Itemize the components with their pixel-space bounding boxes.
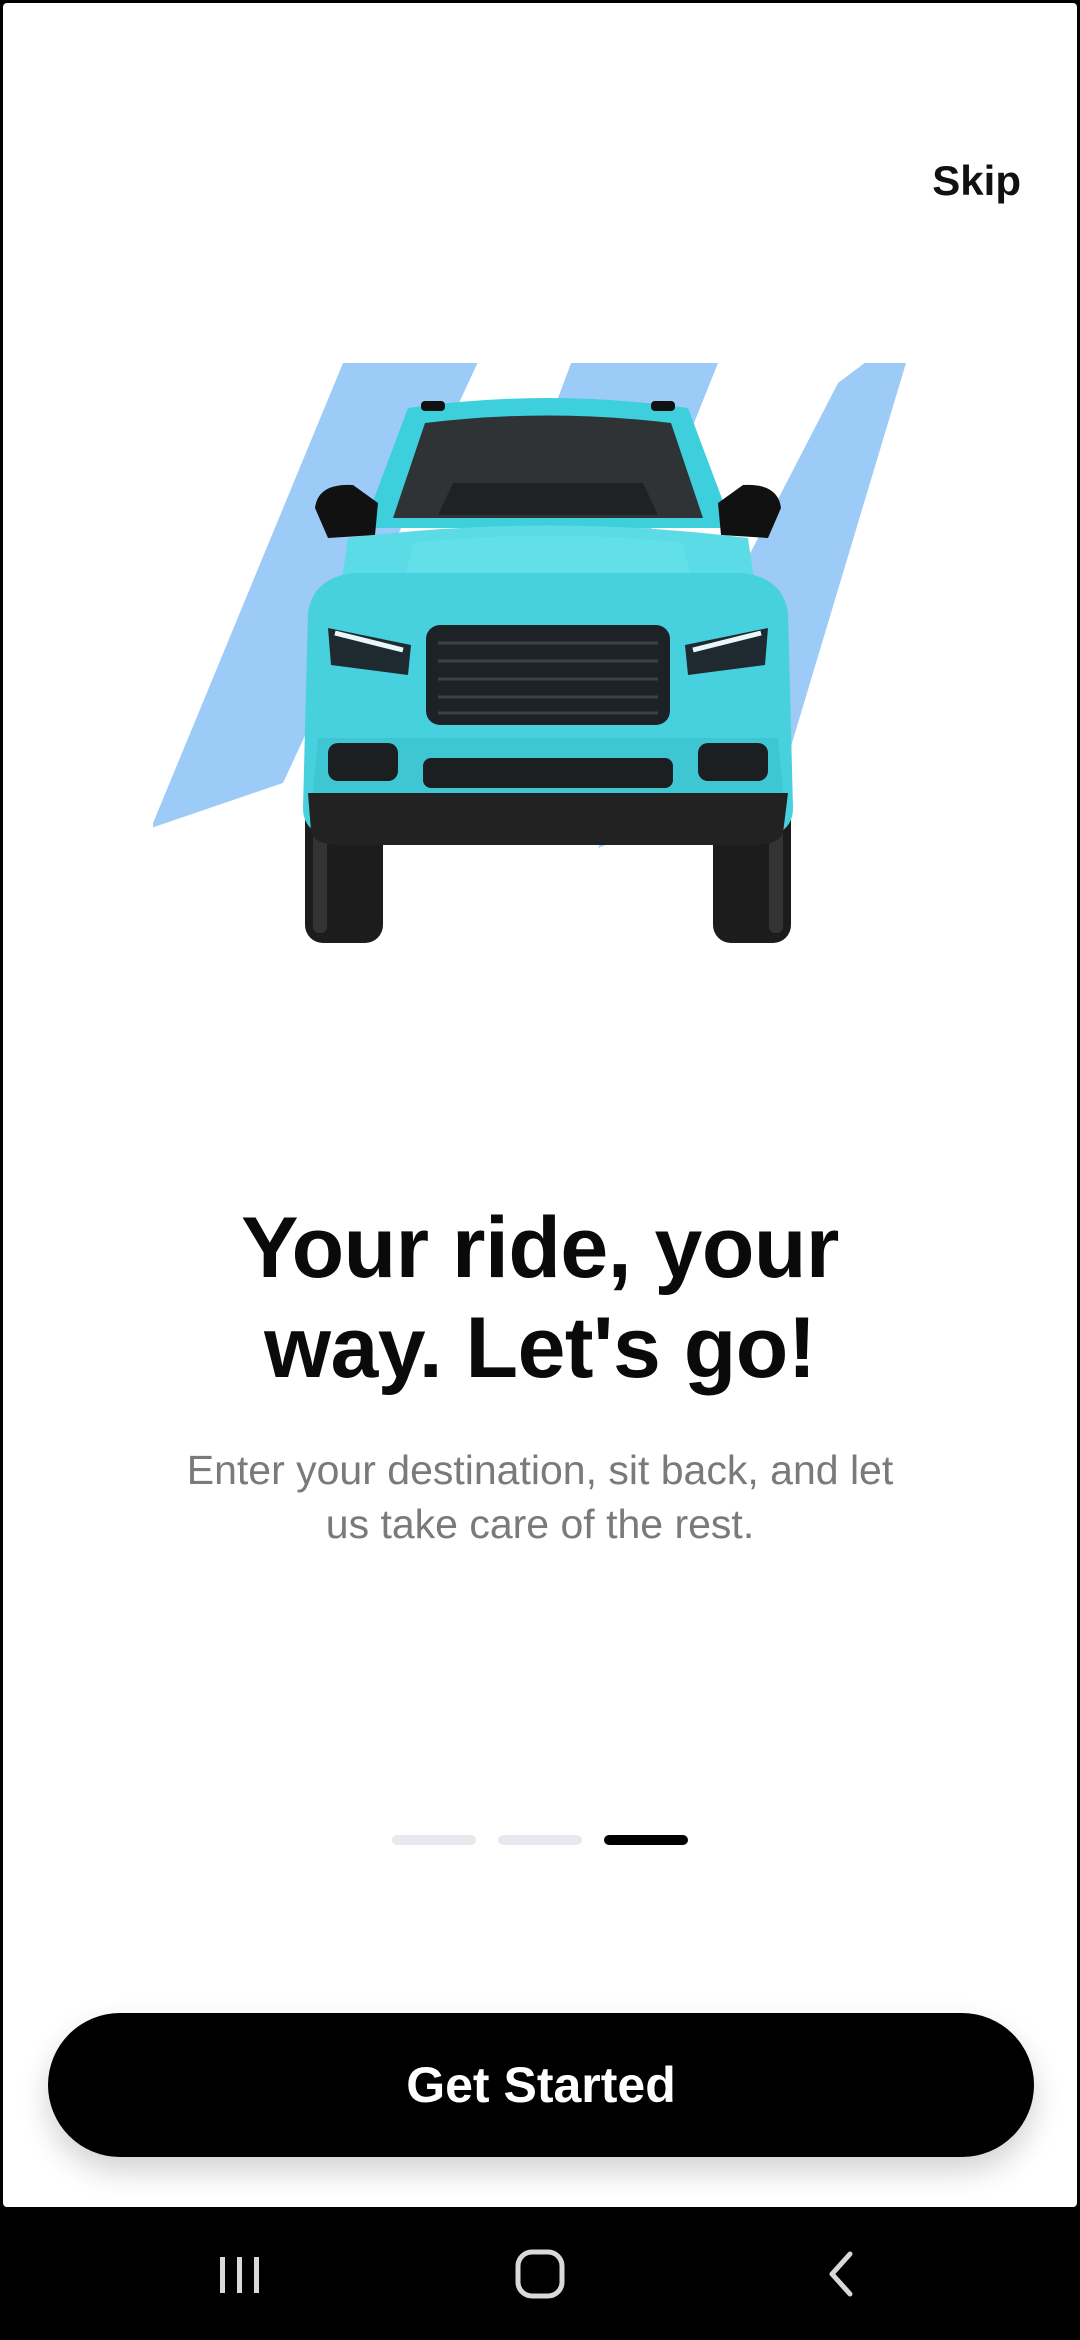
recent-apps-button[interactable] <box>160 2207 320 2340</box>
car-illustration <box>153 363 906 943</box>
title-line-2: way. Let's go! <box>264 1300 816 1396</box>
title-line-1: Your ride, your <box>241 1200 839 1296</box>
home-button[interactable] <box>460 2207 620 2340</box>
onboarding-subtitle: Enter your destination, sit back, and le… <box>3 1443 1077 1551</box>
page-indicator <box>3 1835 1077 1845</box>
skip-button[interactable]: Skip <box>924 151 1029 211</box>
system-navigation-bar <box>0 2207 1080 2340</box>
page-indicator-dot <box>498 1835 582 1845</box>
home-icon <box>515 2249 565 2298</box>
onboarding-title: Your ride, your way. Let's go! <box>3 1198 1077 1398</box>
onboarding-screen: Skip Your ride, your way. Let's go! Ente… <box>3 3 1077 2207</box>
page-indicator-dot <box>604 1835 688 1845</box>
get-started-button[interactable]: Get Started <box>48 2013 1034 2157</box>
back-button[interactable] <box>762 2207 922 2340</box>
back-icon <box>829 2251 853 2296</box>
subtitle-line-2: us take care of the rest. <box>325 1501 755 1547</box>
subtitle-line-1: Enter your destination, sit back, and le… <box>186 1447 894 1493</box>
recent-apps-icon <box>220 2256 259 2293</box>
page-indicator-dot <box>392 1835 476 1845</box>
